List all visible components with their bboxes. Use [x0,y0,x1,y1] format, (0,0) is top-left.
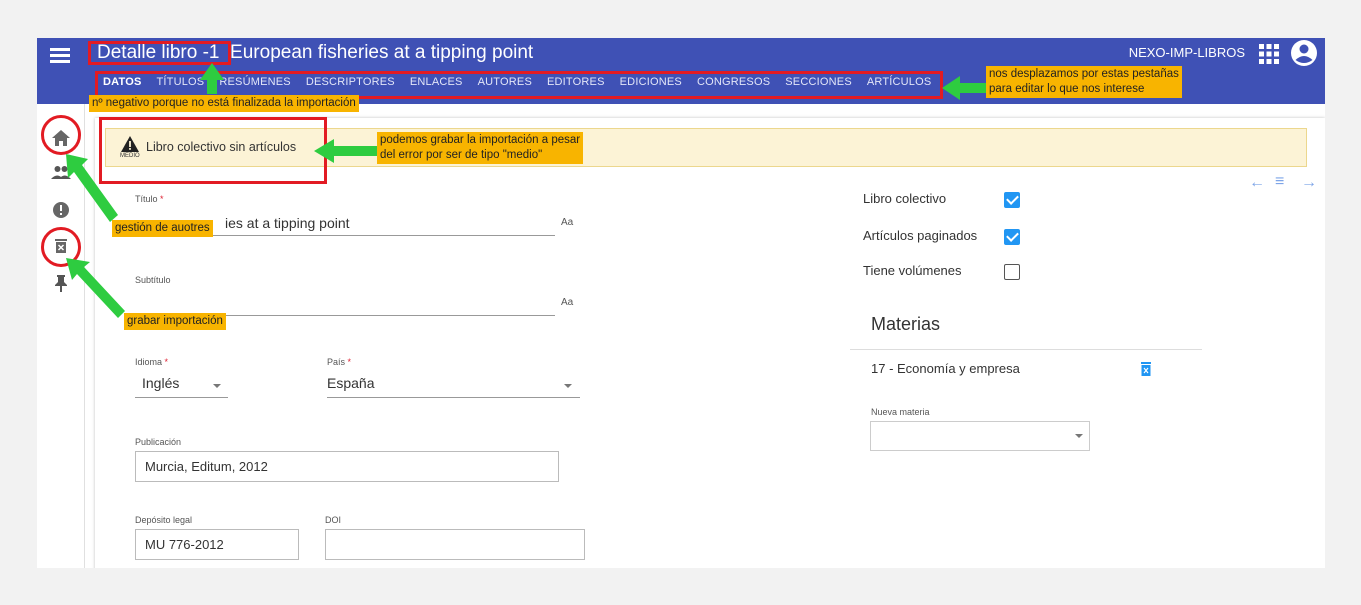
pais-label: País * [327,357,352,367]
alert-icon[interactable] [49,198,73,222]
note-grabar: podemos grabar la importación a pesar de… [377,132,584,164]
chevron-down-icon[interactable] [1075,434,1083,438]
font-format-icon[interactable]: Aa [561,217,573,228]
libro-colectivo-checkbox[interactable] [1004,192,1020,208]
note-negativo: nº negativo porque no está finalizada la… [89,95,359,112]
divider [850,349,1202,350]
doi-input[interactable] [325,529,585,560]
people-icon[interactable] [49,160,73,184]
nueva-materia-select[interactable] [870,421,1090,451]
note-importacion: grabar importación [124,313,226,330]
highlight-title-number [88,41,231,65]
chevron-down-icon[interactable] [564,384,572,388]
subtitulo-label: Subtítulo [135,275,171,285]
pin-icon[interactable] [49,271,73,295]
materias-title: Materias [871,314,941,334]
font-format-icon[interactable]: Aa [561,297,573,308]
tiene-volumenes-checkbox[interactable] [1004,264,1020,280]
arrow-right-icon[interactable]: → [1301,174,1317,192]
detail-card: MEDIO Libro colectivo sin artículos ← ≡ … [95,118,1325,568]
check-label-articulos-paginados: Artículos paginados [863,228,978,243]
highlight-warning [99,117,327,184]
record-navigation: ← ≡ → [1249,173,1319,192]
arrow-left-icon[interactable]: ← [1249,174,1265,192]
publicacion-label: Publicación [135,437,182,447]
deposito-input[interactable]: MU 776-2012 [135,529,299,560]
account-circle-icon[interactable] [1289,38,1319,68]
articulos-paginados-checkbox[interactable] [1004,229,1020,245]
deposito-label: Depósito legal [135,515,193,525]
pais-select[interactable]: España [327,372,580,398]
highlight-pin-icon [41,227,81,267]
apps-grid-icon[interactable] [1258,43,1280,65]
nueva-materia-label: Nueva materia [871,407,930,417]
publicacion-input[interactable]: Murcia, Editum, 2012 [135,451,559,482]
highlight-people-icon [41,115,81,155]
note-autores: gestión de auotres [112,220,213,237]
app-name: NEXO-IMP-LIBROS [1128,45,1245,60]
chevron-down-icon[interactable] [213,384,221,388]
list-icon[interactable]: ≡ [1275,173,1284,191]
note-pestanas: nos desplazamos por estas pestañas para … [986,66,1182,98]
idioma-label: Idioma * [135,357,169,367]
check-label-libro-colectivo: Libro colectivo [863,191,947,206]
sidebar [37,104,85,568]
hamburger-menu-icon[interactable] [47,43,73,69]
delete-icon[interactable] [1140,362,1152,376]
doi-label: DOI [325,515,342,525]
materia-item: 17 - Economía y empresa [871,361,1020,376]
check-label-tiene-volumenes: Tiene volúmenes [863,263,962,278]
titulo-label: Título * [135,194,164,204]
